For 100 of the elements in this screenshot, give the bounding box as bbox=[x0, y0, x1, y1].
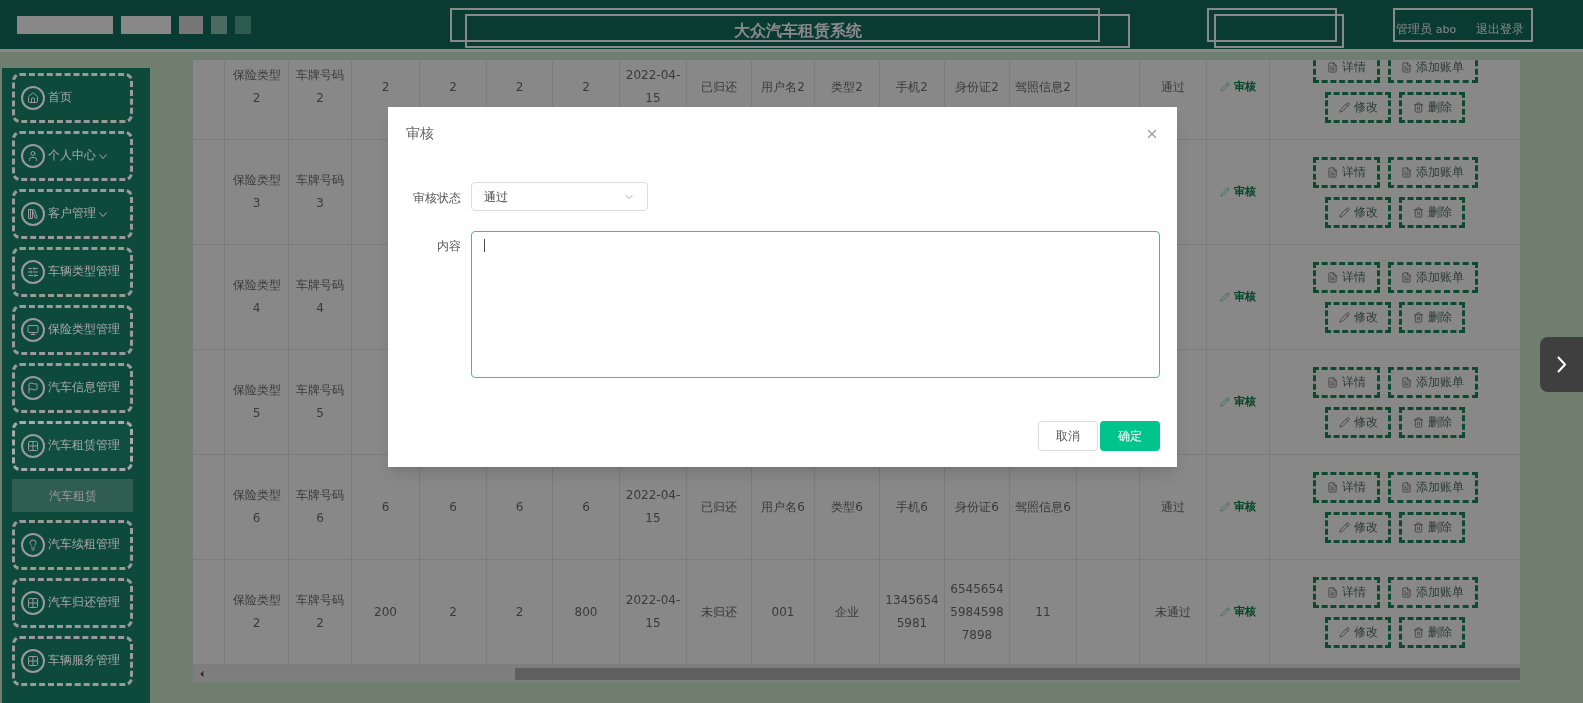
action-button[interactable]: 添加账单 bbox=[1387, 471, 1478, 503]
document-icon bbox=[1401, 271, 1412, 283]
sidebar-item[interactable]: 保险类型管理 bbox=[12, 305, 133, 355]
table-cell-text: 通过 bbox=[1161, 498, 1185, 516]
review-link[interactable]: 审核 bbox=[1220, 78, 1256, 96]
table-cell-text: 车牌号码3 bbox=[295, 172, 345, 212]
table-cell-text: 001 bbox=[771, 603, 795, 621]
trash-icon bbox=[1412, 416, 1424, 428]
pencil-icon bbox=[1338, 101, 1350, 113]
sidebar-item[interactable]: 个人中心 bbox=[12, 131, 133, 181]
action-button[interactable]: 添加账单 bbox=[1387, 60, 1478, 83]
nav-placeholder bbox=[211, 15, 227, 34]
sidebar-item[interactable]: 汽车续租管理 bbox=[12, 520, 133, 570]
action-button[interactable]: 添加账单 bbox=[1387, 576, 1478, 608]
chevron-icon bbox=[99, 211, 107, 217]
sidebar-item[interactable]: 车辆类型管理 bbox=[12, 247, 133, 297]
action-button[interactable]: 删除 bbox=[1399, 511, 1465, 543]
sidebar-item[interactable]: 首页 bbox=[12, 73, 133, 123]
table-cell-text: 2 bbox=[515, 603, 524, 621]
chevron-right-icon bbox=[1557, 356, 1566, 373]
review-link[interactable]: 审核 bbox=[1220, 603, 1256, 621]
table-cell-text: 2 bbox=[515, 78, 524, 96]
nav-placeholder bbox=[121, 15, 171, 34]
grid-icon bbox=[21, 649, 45, 673]
action-button[interactable]: 添加账单 bbox=[1387, 261, 1478, 293]
table-cell-text: 6 bbox=[449, 498, 457, 516]
dialog-title: 审核 bbox=[406, 124, 434, 143]
table-cell-text: 保险类型3 bbox=[231, 172, 282, 212]
action-button[interactable]: 修改 bbox=[1325, 196, 1391, 228]
monitor-icon bbox=[21, 318, 45, 342]
action-button[interactable]: 详情 bbox=[1312, 60, 1380, 83]
action-button[interactable]: 详情 bbox=[1312, 366, 1380, 398]
content-field[interactable] bbox=[471, 231, 1160, 378]
sidebar-item[interactable]: 汽车信息管理 bbox=[12, 363, 133, 413]
table-cell-text: 保险类型4 bbox=[231, 277, 282, 317]
document-icon bbox=[1326, 376, 1338, 388]
table-cell-text: 企业 bbox=[835, 603, 859, 621]
review-link[interactable]: 审核 bbox=[1220, 393, 1256, 411]
flag-icon bbox=[21, 376, 45, 400]
user-icon bbox=[21, 144, 45, 168]
cancel-button[interactable]: 取消 bbox=[1038, 421, 1098, 451]
action-button[interactable]: 修改 bbox=[1325, 91, 1391, 123]
review-link[interactable]: 审核 bbox=[1220, 288, 1256, 306]
scrollbar-thumb[interactable] bbox=[515, 667, 1520, 680]
sliders-icon bbox=[21, 260, 45, 284]
nav-placeholder bbox=[235, 15, 251, 34]
window-title: 大众汽车租赁系统 bbox=[465, 14, 1130, 48]
document-icon bbox=[1401, 166, 1412, 178]
table-cell-text: 驾照信息6 bbox=[1015, 498, 1071, 516]
status-select[interactable]: 通过 bbox=[471, 182, 648, 211]
table-cell-text: 2022-04-15 bbox=[625, 592, 681, 632]
bulb-icon bbox=[21, 533, 45, 557]
action-button[interactable]: 删除 bbox=[1399, 91, 1465, 123]
sidebar-item[interactable]: 汽车租赁管理 bbox=[12, 421, 133, 471]
sidebar-item[interactable]: 客户管理 bbox=[12, 189, 133, 239]
action-button[interactable]: 详情 bbox=[1312, 576, 1380, 608]
action-button[interactable]: 删除 bbox=[1399, 406, 1465, 438]
action-button[interactable]: 修改 bbox=[1325, 301, 1391, 333]
document-icon bbox=[1326, 481, 1338, 493]
sidebar-label: 汽车续租管理 bbox=[48, 536, 120, 554]
table-cell-text: 手机6 bbox=[896, 498, 928, 516]
action-button[interactable]: 删除 bbox=[1399, 616, 1465, 648]
submenu-item[interactable]: 汽车租赁 bbox=[12, 479, 133, 512]
action-button[interactable]: 删除 bbox=[1399, 196, 1465, 228]
scroll-left-icon bbox=[197, 668, 207, 679]
action-button[interactable]: 修改 bbox=[1325, 616, 1391, 648]
sidebar-item[interactable]: 车辆服务管理 bbox=[12, 636, 133, 686]
pencil-icon bbox=[1338, 626, 1350, 638]
action-button[interactable]: 详情 bbox=[1312, 156, 1380, 188]
chevron-icon bbox=[99, 153, 107, 159]
table-cell-text: 类型2 bbox=[831, 78, 863, 96]
action-button[interactable]: 删除 bbox=[1399, 301, 1465, 333]
horizontal-scrollbar[interactable] bbox=[193, 665, 1520, 682]
trash-icon bbox=[1412, 101, 1424, 113]
confirm-button[interactable]: 确定 bbox=[1100, 421, 1160, 451]
pencil-icon bbox=[1338, 416, 1350, 428]
next-button[interactable] bbox=[1540, 337, 1583, 392]
table-cell-text: 800 bbox=[574, 603, 598, 621]
action-button[interactable]: 添加账单 bbox=[1387, 366, 1478, 398]
user-role: 管理员 abo bbox=[1396, 21, 1457, 38]
table-cell-text: 200 bbox=[374, 603, 397, 621]
pencil-icon bbox=[1338, 206, 1350, 218]
action-button[interactable]: 修改 bbox=[1325, 511, 1391, 543]
table-cell-text: 2 bbox=[381, 78, 390, 96]
table-cell-text: 2022-04-15 bbox=[625, 487, 681, 527]
action-button[interactable]: 详情 bbox=[1312, 471, 1380, 503]
trash-icon bbox=[1412, 206, 1424, 218]
sidebar-item[interactable]: 汽车归还管理 bbox=[12, 578, 133, 628]
review-link[interactable]: 审核 bbox=[1220, 498, 1256, 516]
table-cell-text: 手机2 bbox=[896, 78, 928, 96]
document-icon bbox=[1326, 271, 1338, 283]
action-button[interactable]: 添加账单 bbox=[1387, 156, 1478, 188]
trash-icon bbox=[1412, 626, 1424, 638]
document-icon bbox=[1401, 376, 1412, 388]
action-button[interactable]: 详情 bbox=[1312, 261, 1380, 293]
logout-link[interactable]: 退出登录 bbox=[1476, 20, 1525, 39]
pencil-icon bbox=[1220, 607, 1230, 617]
review-link[interactable]: 审核 bbox=[1220, 183, 1256, 201]
action-button[interactable]: 修改 bbox=[1325, 406, 1391, 438]
table-cell-text: 2 bbox=[449, 603, 457, 621]
